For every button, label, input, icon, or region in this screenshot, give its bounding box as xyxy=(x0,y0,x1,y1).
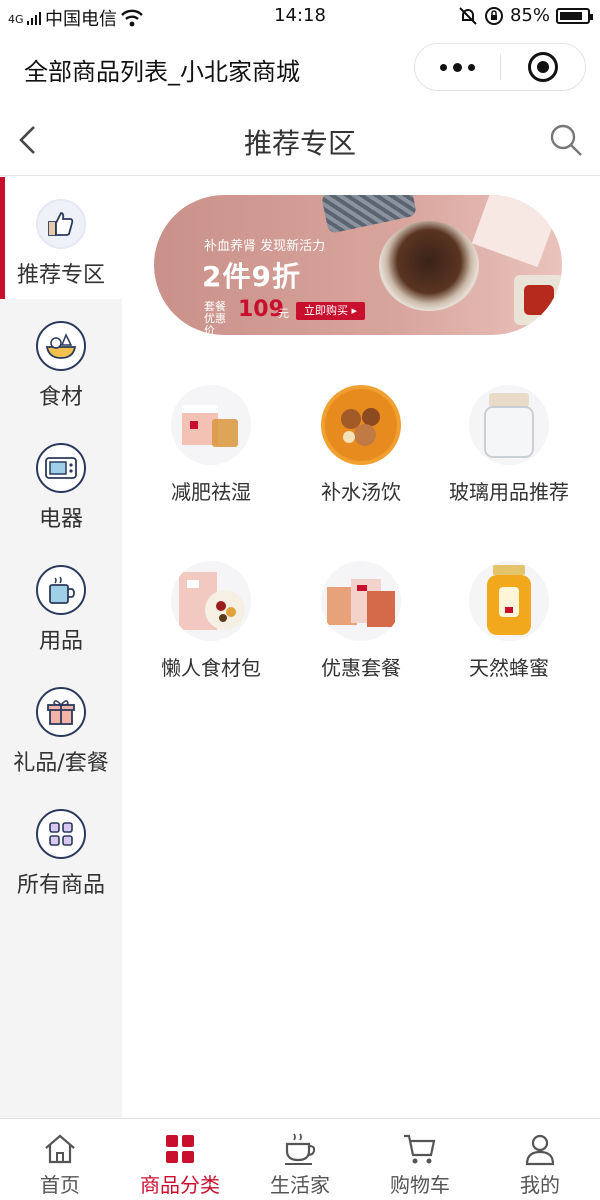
bottom-tab-bar: 首页 商品分类 生活家 购物车 我的 xyxy=(0,1118,600,1200)
sidebar-item-label: 用品 xyxy=(38,629,83,654)
honey-jar-image xyxy=(469,561,549,641)
grid-icon xyxy=(36,809,86,859)
status-bar: 4G 中国电信 14:18 85% xyxy=(0,0,600,32)
sidebar-item-label: 电器 xyxy=(38,507,83,532)
banner-subtitle: 补血养肾 发现新活力 xyxy=(204,239,326,254)
subcategory-name: 玻璃用品推荐 xyxy=(449,480,569,504)
status-right: 85% xyxy=(458,5,593,26)
subcategory-meal-kit[interactable]: 懒人食材包 xyxy=(136,561,286,683)
battery-icon xyxy=(556,7,593,24)
tab-home[interactable]: 首页 xyxy=(0,1119,120,1200)
tab-label: 我的 xyxy=(520,1173,560,1197)
microwave-icon xyxy=(36,443,86,493)
home-icon xyxy=(45,1134,75,1164)
subcategory-name: 优惠套餐 xyxy=(321,656,401,680)
banner-headline: 2件9折 xyxy=(202,260,301,293)
tab-cart[interactable]: 购物车 xyxy=(360,1119,480,1200)
battery-percent: 85% xyxy=(509,5,550,26)
goji-image xyxy=(514,275,562,325)
sidebar-item-recommended[interactable]: 推荐专区 xyxy=(0,177,122,299)
subcategory-honey[interactable]: 天然蜂蜜 xyxy=(434,561,584,683)
tab-label: 购物车 xyxy=(390,1173,450,1197)
sidebar-item-all-products[interactable]: 所有商品 xyxy=(0,787,122,909)
soup-bowl-image xyxy=(379,221,479,311)
subcategory-name: 天然蜂蜜 xyxy=(469,656,549,680)
sidebar-item-label: 礼品/套餐 xyxy=(13,751,109,776)
close-miniprogram-button[interactable] xyxy=(501,44,586,90)
gift-icon xyxy=(36,687,86,737)
subcategory-name: 减肥祛湿 xyxy=(171,480,251,504)
thumbs-up-icon xyxy=(36,199,86,249)
combo-package-image xyxy=(321,561,401,641)
subcategory-name: 懒人食材包 xyxy=(161,656,261,680)
sidebar-item-supplies[interactable]: 用品 xyxy=(0,543,122,665)
subcategory-soup[interactable]: 补水汤饮 xyxy=(286,385,436,507)
soup-image xyxy=(321,385,401,465)
cart-icon xyxy=(404,1134,436,1164)
tab-profile[interactable]: 我的 xyxy=(480,1119,600,1200)
section-title: 推荐专区 xyxy=(243,127,356,160)
tab-label: 首页 xyxy=(40,1173,80,1197)
category-sidebar: 推荐专区 食材 电器 用品 礼品/套餐 所有商品 xyxy=(0,177,122,1118)
silent-icon xyxy=(459,6,477,25)
buy-now-button[interactable]: 立即购买 ▸ xyxy=(296,302,366,320)
sidebar-item-label: 推荐专区 xyxy=(16,263,105,288)
banner-price-label: 套餐优惠价 xyxy=(204,300,226,336)
sidebar-item-label: 所有商品 xyxy=(16,873,105,898)
cup-icon xyxy=(36,565,86,615)
rotation-lock-icon xyxy=(484,6,503,25)
sidebar-item-appliances[interactable]: 电器 xyxy=(0,421,122,543)
capsule-menu xyxy=(414,43,586,91)
promo-banner[interactable]: 补血养肾 发现新活力 2件9折 套餐优惠价 109 元 立即购买 ▸ xyxy=(154,195,562,335)
slimming-tea-image xyxy=(171,385,251,465)
food-bowl-icon xyxy=(36,321,86,371)
subcategory-glassware[interactable]: 玻璃用品推荐 xyxy=(434,385,584,507)
search-icon[interactable] xyxy=(548,122,584,158)
banner-price-unit: 元 xyxy=(278,307,289,320)
miniprogram-title-bar: 全部商品列表_小北家商城 xyxy=(0,32,600,104)
tab-lifestyle[interactable]: 生活家 xyxy=(240,1119,360,1200)
sidebar-item-label: 食材 xyxy=(38,385,83,410)
subcategory-combo[interactable]: 优惠套餐 xyxy=(286,561,436,683)
coffee-cup-icon xyxy=(285,1133,316,1165)
tab-label: 商品分类 xyxy=(140,1173,220,1197)
subcategory-slimming[interactable]: 减肥祛湿 xyxy=(136,385,286,507)
product-box-image xyxy=(471,195,559,268)
more-options-button[interactable] xyxy=(415,44,500,90)
category-content: 补血养肾 发现新活力 2件9折 套餐优惠价 109 元 立即购买 ▸ 减肥祛湿 … xyxy=(122,177,600,1118)
category-icon xyxy=(166,1135,194,1163)
sidebar-item-gifts[interactable]: 礼品/套餐 xyxy=(0,665,122,787)
glass-jar-image xyxy=(469,385,549,465)
tab-category[interactable]: 商品分类 xyxy=(120,1119,240,1200)
subcategory-name: 补水汤饮 xyxy=(321,480,401,504)
user-icon xyxy=(525,1134,555,1166)
target-icon xyxy=(527,52,558,82)
page-title: 全部商品列表_小北家商城 xyxy=(24,58,300,86)
sidebar-item-ingredients[interactable]: 食材 xyxy=(0,299,122,421)
meal-kit-image xyxy=(171,561,251,641)
nav-header: 推荐专区 xyxy=(0,104,600,176)
tab-label: 生活家 xyxy=(270,1173,330,1197)
